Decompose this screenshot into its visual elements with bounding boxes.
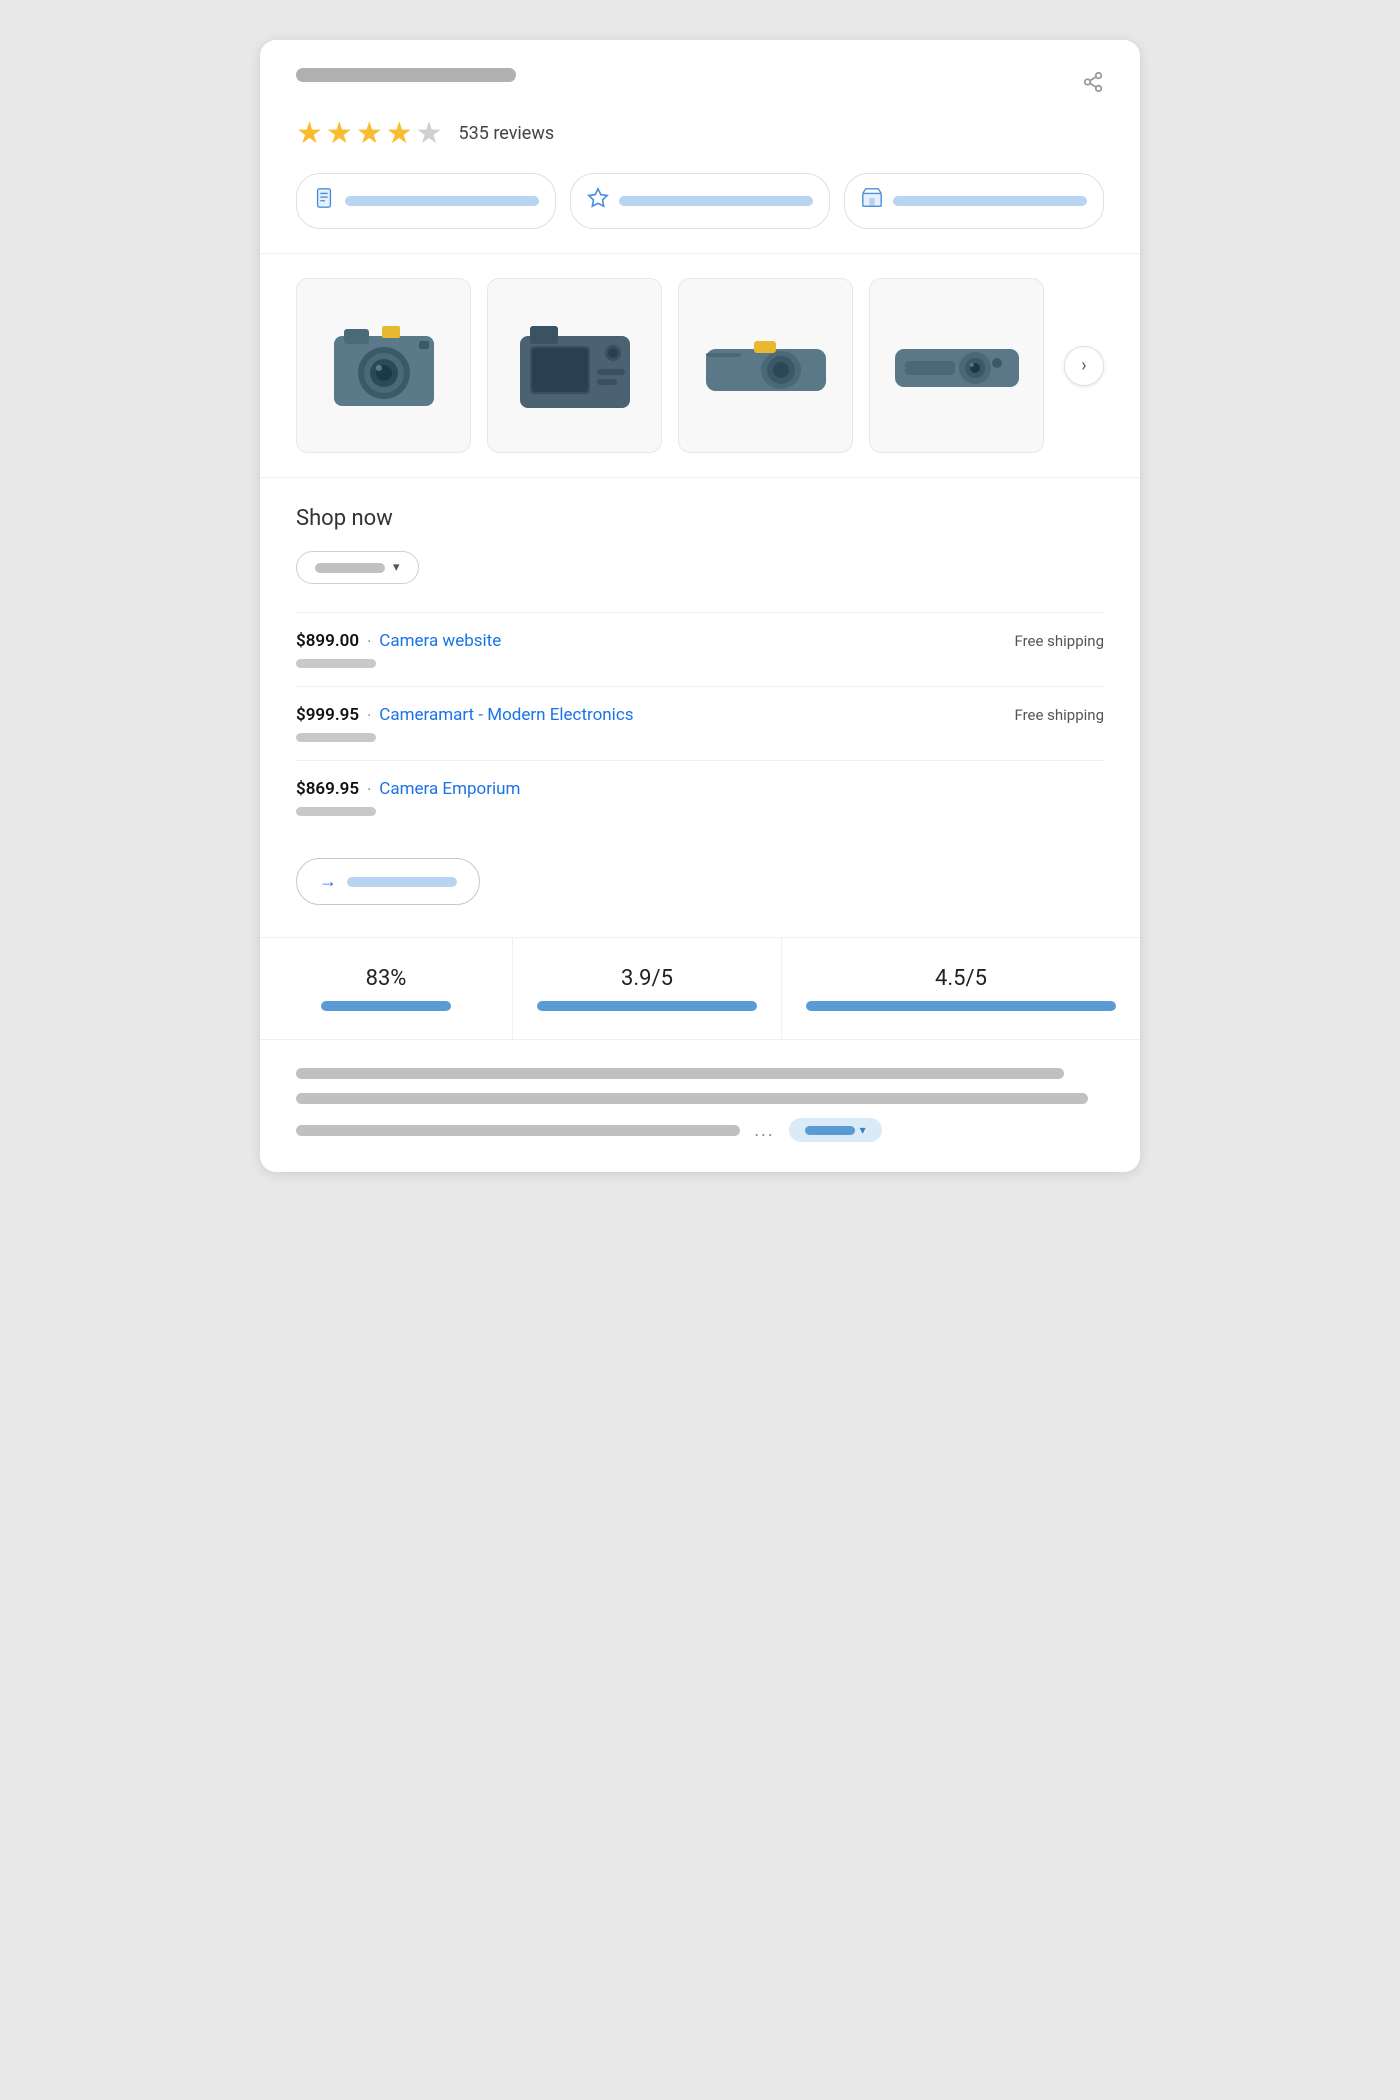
stat-score: 4.5/5 xyxy=(782,938,1140,1039)
listing-3-sub xyxy=(296,807,376,816)
specs-button[interactable] xyxy=(296,173,556,229)
listing-3-seller[interactable]: Camera Emporium xyxy=(379,779,520,799)
filter-chevron-icon: ▾ xyxy=(393,560,400,575)
rating-row: ★ ★ ★ ★ ★ 535 reviews xyxy=(296,116,1104,151)
more-arrow-icon: → xyxy=(319,871,337,892)
listing-2-price: $999.95 xyxy=(296,705,359,725)
star-2: ★ xyxy=(326,116,353,151)
gallery-images xyxy=(296,278,1048,453)
specs-icon xyxy=(313,187,335,215)
product-title-bar xyxy=(296,68,516,82)
listing-1-left: $899.00 · Camera website xyxy=(296,631,501,651)
listing-2-seller[interactable]: Cameramart - Modern Electronics xyxy=(379,705,633,725)
expand-button[interactable]: ▾ xyxy=(789,1118,882,1142)
stat-recommend: 83% xyxy=(260,938,513,1039)
rating-section: ★ ★ ★ ★ ★ 535 reviews xyxy=(260,40,1140,254)
listing-2-sub xyxy=(296,733,376,742)
stat-score-value: 4.5/5 xyxy=(806,966,1116,991)
listing-1-shipping: Free shipping xyxy=(1014,632,1104,650)
listing-1-top: $899.00 · Camera website Free shipping xyxy=(296,631,1104,651)
dots: ... xyxy=(754,1120,774,1141)
gallery-item-3[interactable] xyxy=(678,278,853,453)
listing-3-left: $869.95 · Camera Emporium xyxy=(296,779,520,799)
listing-1-sub xyxy=(296,659,376,668)
listing-1-price: $899.00 xyxy=(296,631,359,651)
stat-score-bar xyxy=(806,1001,1116,1011)
review-count: 535 reviews xyxy=(459,123,555,144)
share-icon[interactable] xyxy=(1082,71,1104,98)
star-5: ★ xyxy=(416,116,443,151)
text-section: ... ▾ xyxy=(260,1040,1140,1172)
filter-button[interactable]: ▾ xyxy=(296,551,419,584)
more-sellers-button[interactable]: → xyxy=(296,858,480,905)
expand-chevron-icon: ▾ xyxy=(860,1123,866,1137)
star-1: ★ xyxy=(296,116,323,151)
stat-recommend-value: 83% xyxy=(284,966,488,991)
store-icon xyxy=(861,187,883,215)
stat-rating-value: 3.9/5 xyxy=(537,966,757,991)
shop-title: Shop now xyxy=(296,506,1104,531)
save-label-bar xyxy=(619,196,813,206)
listing-1-seller[interactable]: Camera website xyxy=(379,631,501,651)
listing-3-price: $869.95 xyxy=(296,779,359,799)
gallery-item-2[interactable] xyxy=(487,278,662,453)
save-button[interactable] xyxy=(570,173,830,229)
gallery-section: › xyxy=(260,254,1140,478)
stat-recommend-bar xyxy=(321,1001,451,1011)
text-line-3 xyxy=(296,1125,740,1136)
text-line-1 xyxy=(296,1068,1064,1079)
more-label-bar xyxy=(347,877,457,887)
text-line-3-row: ... ▾ xyxy=(296,1118,1104,1142)
listing-2-left: $999.95 · Cameramart - Modern Electronic… xyxy=(296,705,634,725)
gallery-item-4[interactable] xyxy=(869,278,1044,453)
listing-1: $899.00 · Camera website Free shipping xyxy=(296,612,1104,686)
filter-label-bar xyxy=(315,563,385,573)
gallery-next-button[interactable]: › xyxy=(1064,346,1104,386)
star-icon xyxy=(587,187,609,215)
shop-section: Shop now ▾ $899.00 · Camera website Free… xyxy=(260,478,1140,938)
stat-rating: 3.9/5 xyxy=(513,938,782,1039)
stat-rating-bar xyxy=(537,1001,757,1011)
listing-3: $869.95 · Camera Emporium xyxy=(296,760,1104,834)
product-card: ★ ★ ★ ★ ★ 535 reviews xyxy=(260,40,1140,1172)
star-3: ★ xyxy=(356,116,383,151)
specs-label-bar xyxy=(345,196,539,206)
stats-section: 83% 3.9/5 4.5/5 xyxy=(260,938,1140,1040)
gallery-item-1[interactable] xyxy=(296,278,471,453)
expand-label-bar xyxy=(805,1126,855,1135)
action-buttons-row xyxy=(296,173,1104,229)
store-label-bar xyxy=(893,196,1087,206)
star-rating: ★ ★ ★ ★ ★ xyxy=(296,116,443,151)
listing-2-top: $999.95 · Cameramart - Modern Electronic… xyxy=(296,705,1104,725)
text-line-2 xyxy=(296,1093,1088,1104)
star-4: ★ xyxy=(386,116,413,151)
listing-2: $999.95 · Cameramart - Modern Electronic… xyxy=(296,686,1104,760)
listing-2-shipping: Free shipping xyxy=(1014,706,1104,724)
listing-3-top: $869.95 · Camera Emporium xyxy=(296,779,1104,799)
store-button[interactable] xyxy=(844,173,1104,229)
